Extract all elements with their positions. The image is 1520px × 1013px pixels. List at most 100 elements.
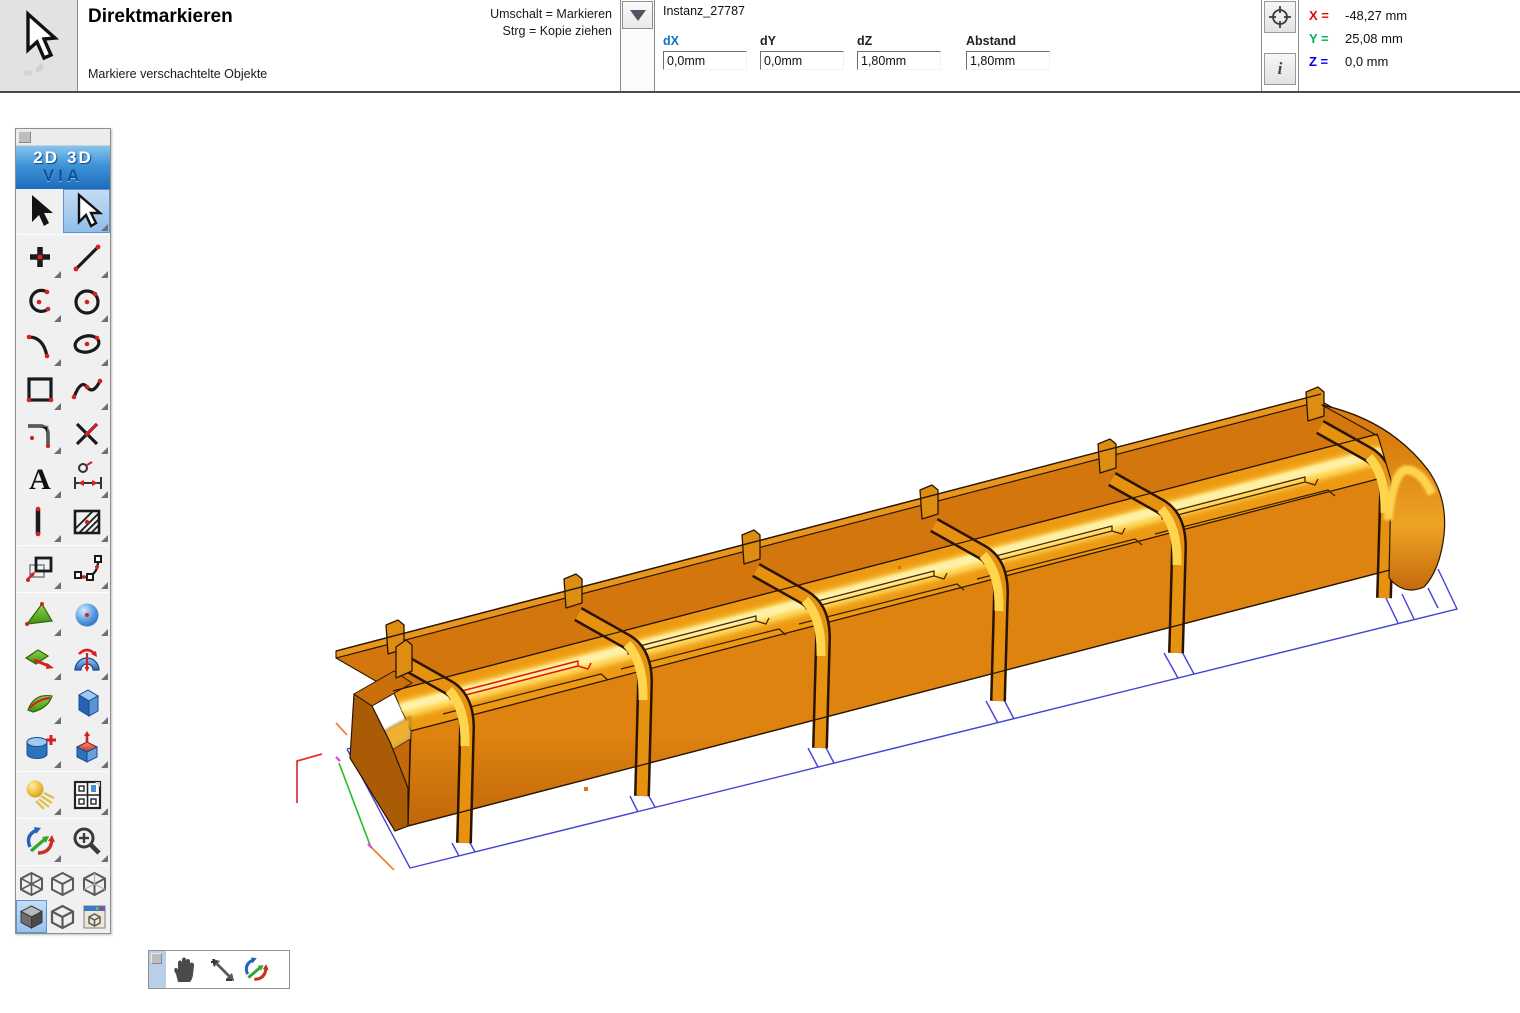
instance-parameters-panel: Instanz_27787 dX dY dZ Abstand: [655, 0, 1261, 91]
green-triangle-icon: [21, 597, 59, 635]
segment-icon: [21, 503, 59, 541]
tool-render-light[interactable]: [16, 773, 63, 817]
wireframe-cube-icon: [49, 870, 76, 898]
zoom-drag-button[interactable]: [202, 953, 238, 987]
active-tool-preview: [0, 0, 78, 91]
palette-titlebar[interactable]: [16, 129, 110, 146]
tool-solid-box[interactable]: [63, 682, 110, 726]
sweep-surface-icon: [21, 685, 59, 723]
tool-sweep[interactable]: [16, 682, 63, 726]
tool-path-edit[interactable]: [63, 547, 110, 591]
tool-surface-plane[interactable]: [16, 594, 63, 638]
shaded-cube-icon: [18, 903, 45, 931]
direct-select-cursor-icon: [14, 10, 64, 82]
tool-hatch[interactable]: [63, 500, 110, 544]
tool-spline[interactable]: [63, 368, 110, 412]
dz-input[interactable]: [857, 51, 941, 70]
text-tool-letter: A: [29, 463, 51, 496]
model-canvas[interactable]: [0, 95, 1520, 1013]
dy-input[interactable]: [760, 51, 844, 70]
pan-tool-button[interactable]: [166, 953, 202, 987]
tool-revolve[interactable]: [63, 638, 110, 682]
orbit-rotate-icon: [21, 823, 59, 861]
dx-input[interactable]: [663, 51, 747, 70]
coord-z-label: Z =: [1309, 54, 1345, 69]
tool-curve[interactable]: [16, 324, 63, 368]
tool-dimension[interactable]: [63, 456, 110, 500]
tool-sphere[interactable]: [63, 594, 110, 638]
tool-options-dropdown-button[interactable]: [622, 1, 653, 29]
view-toolbar-grip-handle[interactable]: [151, 953, 162, 964]
boolean-cylinder-icon: [21, 729, 59, 767]
tool-viewport-layout[interactable]: [63, 773, 110, 817]
display-wireframe[interactable]: [47, 867, 78, 900]
ellipse-icon: [68, 327, 106, 365]
tool-rectangle[interactable]: [16, 368, 63, 412]
via-logo[interactable]: 2D 3D VIA: [16, 146, 110, 189]
palette-drag-grip[interactable]: [18, 131, 31, 143]
coord-y-row: Y = 25,08 mm: [1309, 31, 1407, 46]
palette-separator: [18, 865, 108, 866]
tool-transform-copy[interactable]: [16, 547, 63, 591]
cube-icon: [68, 685, 106, 723]
tool-fillet[interactable]: [16, 412, 63, 456]
logo-via-label: VIA: [16, 167, 110, 184]
snap-target-button[interactable]: [1264, 1, 1296, 33]
tool-text[interactable]: A: [16, 456, 63, 500]
dimension-icon: [68, 459, 106, 497]
info-icon: i: [1278, 59, 1283, 79]
dx-label: dX: [663, 34, 747, 48]
wireframe-cube-all-icon: [18, 870, 45, 898]
field-dz: dZ: [857, 34, 941, 70]
tool-arc[interactable]: [16, 280, 63, 324]
display-shaded-edges[interactable]: [47, 900, 78, 933]
display-wireframe-all[interactable]: [16, 867, 47, 900]
display-shaded[interactable]: [16, 900, 47, 933]
tool-boolean[interactable]: [16, 726, 63, 770]
field-dy: dY: [760, 34, 844, 70]
delta-fields-row: dX dY dZ Abstand: [663, 34, 1063, 70]
push-pull-icon: [68, 729, 106, 767]
hatch-icon: [68, 503, 106, 541]
tool-segment[interactable]: [16, 500, 63, 544]
palette-separator: [18, 818, 108, 819]
tool-trim[interactable]: [63, 412, 110, 456]
tool-point[interactable]: [16, 236, 63, 280]
tool-line[interactable]: [63, 236, 110, 280]
tool-push-pull[interactable]: [63, 726, 110, 770]
display-hidden-line[interactable]: [79, 867, 110, 900]
view-toolbar: [148, 950, 290, 989]
orbit-view-button[interactable]: [238, 953, 274, 987]
tool-zoom[interactable]: [63, 820, 110, 864]
tool-select[interactable]: [16, 189, 63, 233]
tool-extrude[interactable]: [16, 638, 63, 682]
axis-z-line: [336, 723, 347, 735]
tool-ellipse[interactable]: [63, 324, 110, 368]
modifier-hints: Umschalt = Markieren Strg = Kopie ziehen: [490, 6, 612, 40]
point-icon: [21, 239, 59, 277]
tool-header-bar: Direktmarkieren Markiere verschachtelte …: [0, 0, 1520, 93]
logo-2d-label: 2D: [33, 148, 59, 167]
model-3d-instance[interactable]: [336, 387, 1445, 843]
chevron-down-icon: [630, 10, 646, 21]
rectangle-icon: [21, 371, 59, 409]
logo-3d-label: 3D: [67, 148, 93, 167]
axis-x-line: [297, 754, 322, 803]
info-button[interactable]: i: [1264, 53, 1296, 85]
tool-circle[interactable]: [63, 280, 110, 324]
tool-direct-select[interactable]: [63, 189, 110, 233]
transform-copy-icon: [21, 550, 59, 588]
revolve-icon: [68, 641, 106, 679]
sphere-icon: [68, 597, 106, 635]
dy-label: dY: [760, 34, 844, 48]
tool-orbit[interactable]: [16, 820, 63, 864]
circle-icon: [68, 283, 106, 321]
view-toolbar-drag-grip[interactable]: [149, 951, 166, 988]
abstand-input[interactable]: [966, 51, 1050, 70]
hidden-line-cube-icon: [81, 870, 108, 898]
vertex-marker: [584, 787, 588, 791]
palette-separator: [18, 234, 108, 235]
orbit-rotate-icon: [239, 954, 273, 986]
display-options-dialog[interactable]: [79, 900, 110, 933]
hint-shift: Umschalt = Markieren: [490, 6, 612, 23]
